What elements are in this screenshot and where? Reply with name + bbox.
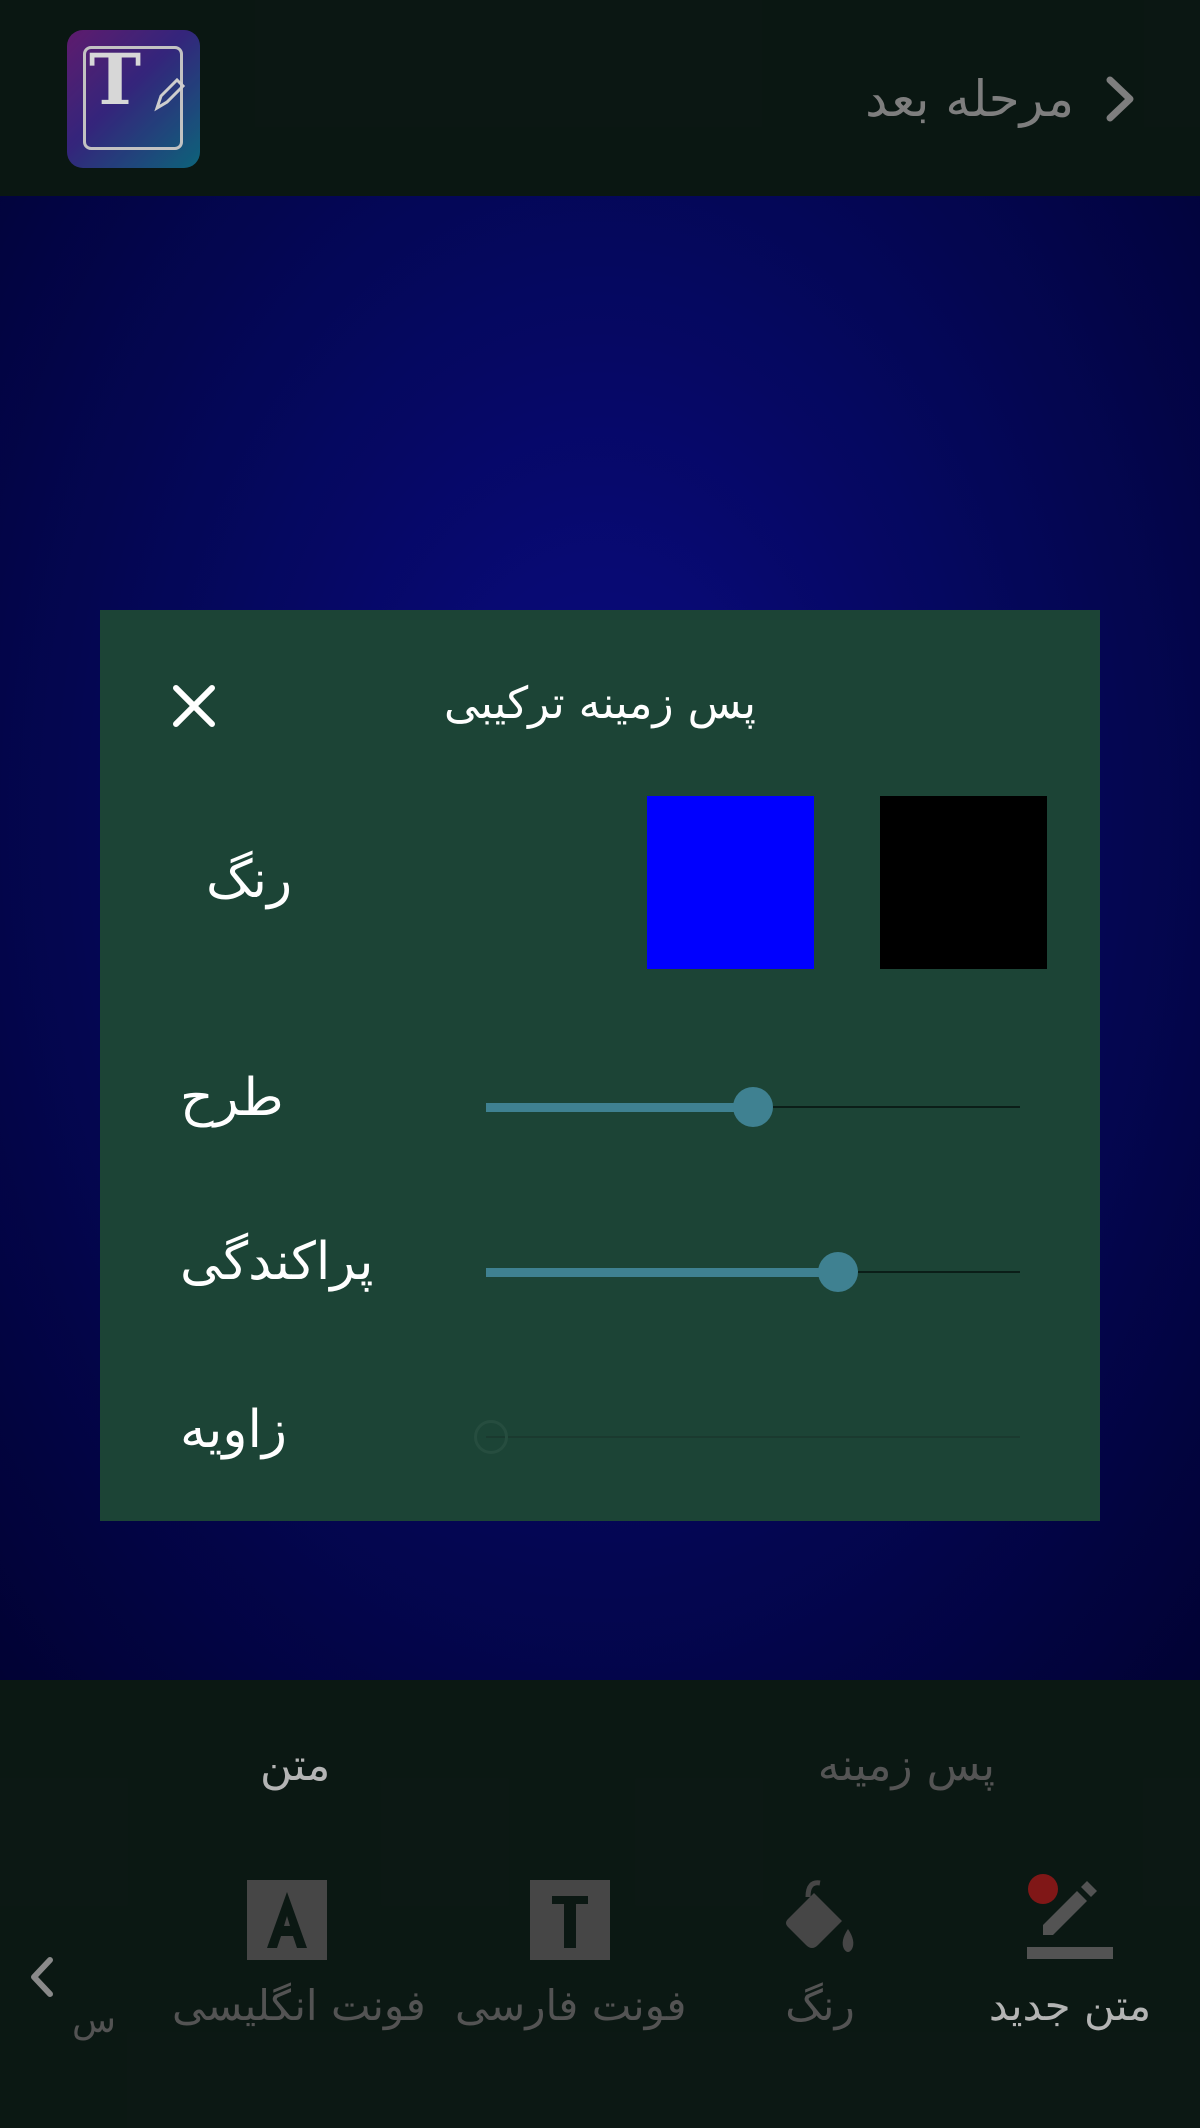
spread-slider-thumb[interactable]: [818, 1252, 859, 1292]
angle-label: زاویه: [180, 1400, 288, 1460]
pattern-label: طرح: [180, 1068, 284, 1128]
spread-slider[interactable]: [486, 1250, 1020, 1294]
pattern-slider[interactable]: [486, 1085, 1020, 1129]
color-label: رنگ: [206, 850, 293, 910]
angle-slider-thumb: [474, 1420, 508, 1454]
angle-slider: [474, 1415, 1020, 1459]
pattern-slider-thumb[interactable]: [733, 1087, 773, 1127]
gradient-background-dialog: پس زمینه ترکیبی رنگ طرح پراکندگی زاویه: [100, 610, 1100, 1521]
color-swatch-2[interactable]: [880, 796, 1047, 969]
color-swatch-1[interactable]: [647, 796, 814, 969]
close-icon[interactable]: [168, 680, 220, 732]
spread-label: پراکندگی: [180, 1232, 374, 1292]
dialog-title: پس زمینه ترکیبی: [444, 678, 756, 729]
